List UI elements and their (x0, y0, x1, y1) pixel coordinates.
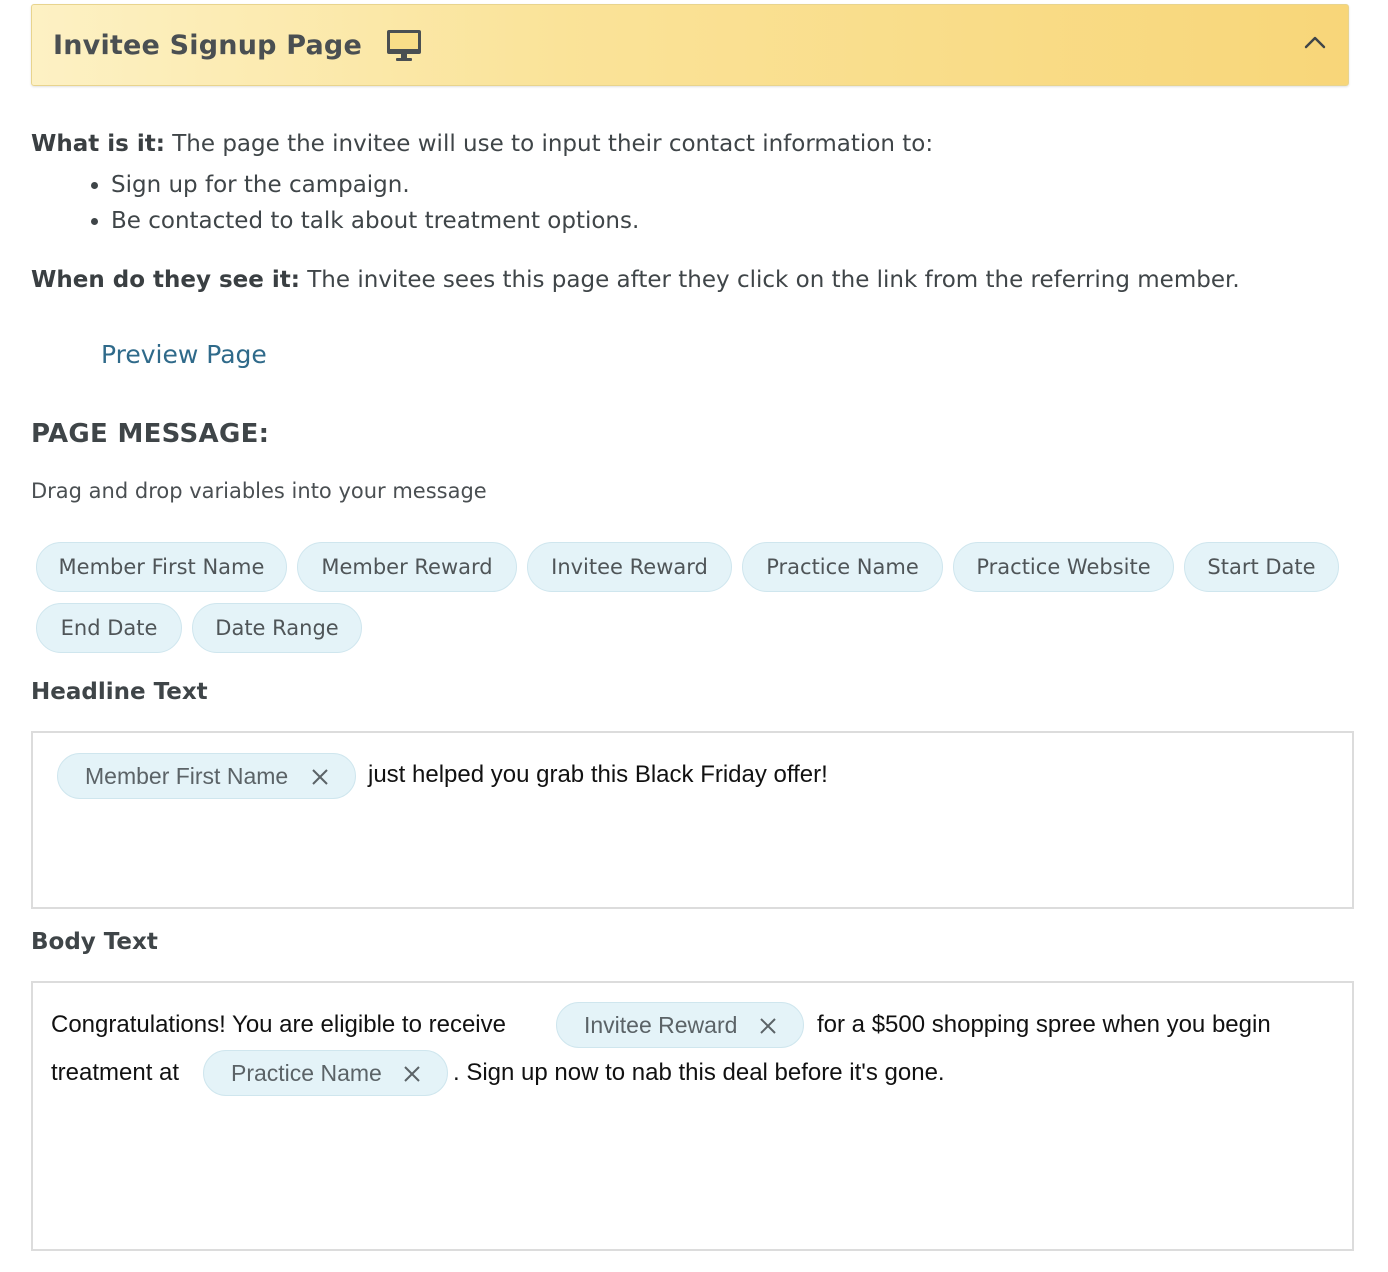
monitor-icon (387, 30, 421, 61)
variable-chip-member-first-name[interactable]: Member First Name (36, 542, 287, 592)
headline-text-label: Headline Text (31, 679, 208, 705)
purpose-list: Sign up for the campaign. Be contacted t… (31, 167, 639, 239)
headline-text-editor[interactable]: Member First Name just helped you grab t… (31, 731, 1354, 909)
token-label: Practice Name (231, 1060, 382, 1086)
preview-page-link[interactable]: Preview Page (101, 340, 267, 369)
panel-title: Invitee Signup Page (53, 30, 362, 61)
headline-text-run: just helped you grab this Black Friday o… (368, 761, 828, 788)
list-item: Be contacted to talk about treatment opt… (111, 203, 639, 239)
variable-chip-start-date[interactable]: Start Date (1184, 542, 1339, 592)
variable-chip-invitee-reward[interactable]: Invitee Reward (527, 542, 732, 592)
drag-drop-hint: Drag and drop variables into your messag… (31, 479, 487, 503)
variable-chip-practice-website[interactable]: Practice Website (953, 542, 1174, 592)
chevron-up-icon[interactable] (1304, 35, 1326, 49)
what-is-it-label: What is it: (31, 131, 165, 157)
when-description: When do they see it: The invitee sees th… (31, 267, 1240, 293)
remove-token-icon[interactable] (759, 1017, 777, 1035)
token-label: Member First Name (85, 763, 289, 789)
body-text-run: for a $500 shopping spree when you begin (817, 1011, 1271, 1038)
body-text-run: Congratulations! You are eligible to rec… (51, 1011, 506, 1038)
what-is-it-description: What is it: The page the invitee will us… (31, 131, 933, 157)
variable-chip-practice-name[interactable]: Practice Name (742, 542, 943, 592)
body-text-run: . Sign up now to nab this deal before it… (453, 1059, 945, 1086)
body-text-editor[interactable]: Congratulations! You are eligible to rec… (31, 981, 1354, 1251)
when-text: The invitee sees this page after they cl… (299, 267, 1240, 293)
variable-chip-end-date[interactable]: End Date (36, 603, 182, 653)
panel-header[interactable]: Invitee Signup Page (31, 4, 1349, 86)
when-label: When do they see it: (31, 267, 300, 293)
headline-token-member-first-name[interactable]: Member First Name (57, 753, 356, 799)
variable-chip-date-range[interactable]: Date Range (192, 603, 362, 653)
remove-token-icon[interactable] (403, 1065, 421, 1083)
variable-chip-member-reward[interactable]: Member Reward (297, 542, 517, 592)
page-message-heading: PAGE MESSAGE: (31, 419, 270, 449)
body-text-run: treatment at (51, 1059, 180, 1086)
body-text-label: Body Text (31, 929, 158, 955)
remove-token-icon[interactable] (311, 768, 329, 786)
what-is-it-text: The page the invitee will use to input t… (164, 131, 934, 157)
token-label: Invitee Reward (584, 1012, 738, 1038)
list-item: Sign up for the campaign. (111, 167, 639, 203)
body-token-invitee-reward[interactable]: Invitee Reward (556, 1002, 804, 1048)
body-token-practice-name[interactable]: Practice Name (203, 1050, 448, 1096)
